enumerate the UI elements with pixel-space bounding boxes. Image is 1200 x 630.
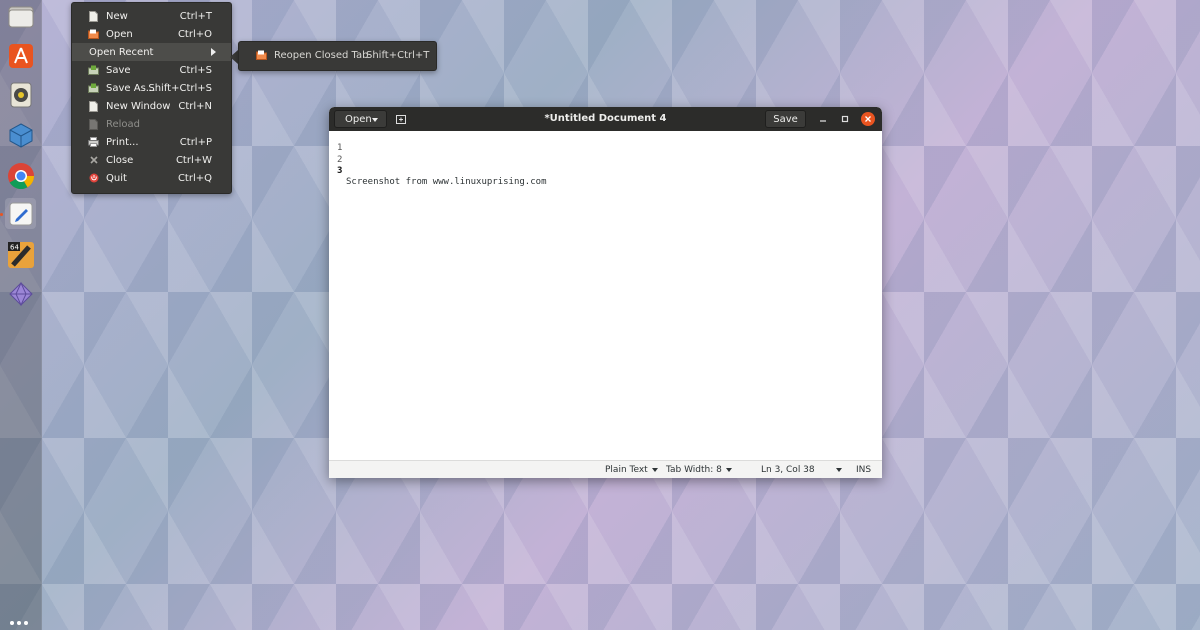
header-bar: Open *Untitled Document 4 Save [329, 107, 882, 131]
running-indicator [0, 213, 3, 216]
menu-item-new-window[interactable]: New Window Ctrl+N [72, 97, 231, 115]
dock: 64 [0, 0, 42, 630]
menu-item-new[interactable]: New Ctrl+T [72, 7, 231, 25]
chevron-down-icon[interactable] [836, 468, 842, 472]
menu-item-accel: Ctrl+O [177, 28, 212, 40]
save-icon [88, 65, 99, 76]
maximize-icon [841, 115, 849, 123]
chrome-icon[interactable] [5, 160, 36, 191]
virtualbox-icon[interactable] [5, 119, 36, 150]
save-button-label: Save [773, 113, 798, 125]
new-document-icon [88, 10, 99, 22]
text-editor-area[interactable]: 1 2 3 Screenshot from www.linuxuprising.… [329, 131, 882, 460]
menu-item-label: Close [106, 154, 134, 166]
menu-item-open[interactable]: Open Ctrl+O [72, 25, 231, 43]
rhythmbox-icon[interactable] [5, 79, 36, 110]
submenu-item-reopen-closed-tab[interactable]: Reopen Closed Tab Shift+Ctrl+T [239, 42, 436, 70]
minimize-button[interactable] [816, 112, 830, 126]
tab-width-selector[interactable]: Tab Width: 8 [666, 465, 732, 475]
editor-line: 3 Screenshot from www.linuxuprising.com [329, 155, 546, 187]
menu-item-label: Open Recent [89, 46, 154, 58]
open-folder-icon [256, 50, 267, 63]
cursor-position-selector[interactable]: Ln 3, Col 38 [761, 465, 815, 475]
crystal-icon[interactable] [5, 278, 36, 309]
line-text: Screenshot from www.linuxuprising.com [346, 177, 547, 187]
save-as-icon [88, 83, 99, 94]
submenu-item-label: Reopen Closed Tab [274, 50, 369, 61]
menu-item-accel: Shift+Ctrl+S [148, 82, 212, 94]
menu-item-label: New Window [106, 100, 171, 112]
chevron-down-icon [651, 467, 658, 472]
new-tab-icon [396, 115, 406, 124]
menu-item-close[interactable]: Close Ctrl+W [72, 151, 231, 169]
menu-item-label: Reload [106, 118, 141, 130]
menu-item-label: Save [106, 64, 131, 76]
open-folder-icon [88, 29, 99, 40]
insert-mode-indicator[interactable]: INS [856, 465, 871, 475]
new-tab-button[interactable] [393, 110, 409, 128]
language-selector[interactable]: Plain Text [605, 465, 658, 475]
chevron-down-icon [372, 118, 378, 122]
cursor-position-label: Ln 3, Col 38 [761, 465, 815, 475]
language-label: Plain Text [605, 465, 648, 475]
new-window-icon [88, 100, 99, 112]
text-editor-window: Open *Untitled Document 4 Save 1 2 3 Scr… [329, 107, 882, 478]
menu-item-accel: Ctrl+W [175, 154, 212, 166]
menu-item-accel: Ctrl+T [179, 10, 212, 22]
status-bar: Plain Text Tab Width: 8 Ln 3, Col 38 INS [329, 460, 882, 478]
menu-item-reload[interactable]: Reload [72, 115, 231, 133]
chevron-down-icon [725, 467, 732, 472]
submenu-pointer [230, 50, 238, 64]
minimize-icon [820, 120, 826, 122]
close-icon [88, 155, 99, 166]
open-recent-submenu: Reopen Closed Tab Shift+Ctrl+T [238, 41, 437, 71]
print-icon [88, 137, 99, 148]
line-number: 3 [337, 166, 343, 176]
menu-item-accel: Ctrl+Q [177, 172, 212, 184]
insert-mode-label: INS [856, 465, 872, 475]
menu-item-label: Print... [106, 136, 139, 148]
tab-width-label: Tab Width: 8 [666, 465, 722, 475]
close-icon [865, 116, 871, 122]
submenu-arrow-icon [211, 48, 216, 56]
open-button[interactable]: Open [334, 110, 387, 128]
menu-item-save-as[interactable]: Save As... Shift+Ctrl+S [72, 79, 231, 97]
submenu-item-accel: Shift+Ctrl+T [366, 50, 430, 61]
menu-item-accel: Ctrl+N [178, 100, 212, 112]
maximize-button[interactable] [838, 112, 852, 126]
quit-icon [88, 173, 99, 184]
menu-item-quit[interactable]: Quit Ctrl+Q [72, 169, 231, 187]
ubuntu-software-icon[interactable] [5, 40, 36, 71]
menu-item-label: New [106, 10, 128, 22]
show-applications-icon[interactable] [10, 621, 28, 625]
menu-item-accel: Ctrl+S [179, 64, 212, 76]
menu-item-save[interactable]: Save Ctrl+S [72, 61, 231, 79]
save-button[interactable]: Save [765, 110, 806, 128]
menu-item-print[interactable]: Print... Ctrl+P [72, 133, 231, 151]
editor-line: 1 [329, 132, 362, 153]
eclipse-64-icon[interactable]: 64 [5, 239, 36, 270]
dock-badge: 64 [10, 243, 19, 251]
open-button-label: Open [345, 113, 372, 125]
menu-item-accel: Ctrl+P [179, 136, 212, 148]
app-menu: New Ctrl+T Open Ctrl+O Open Recent Save … [71, 2, 232, 194]
files-icon[interactable] [5, 0, 36, 31]
close-window-button[interactable] [861, 112, 875, 126]
editor-line: 2 [329, 144, 362, 165]
text-editor-icon[interactable] [5, 198, 36, 229]
menu-item-label: Quit [106, 172, 127, 184]
menu-item-open-recent[interactable]: Open Recent [72, 43, 231, 61]
menu-item-label: Open [106, 28, 133, 40]
reload-icon [88, 118, 99, 130]
